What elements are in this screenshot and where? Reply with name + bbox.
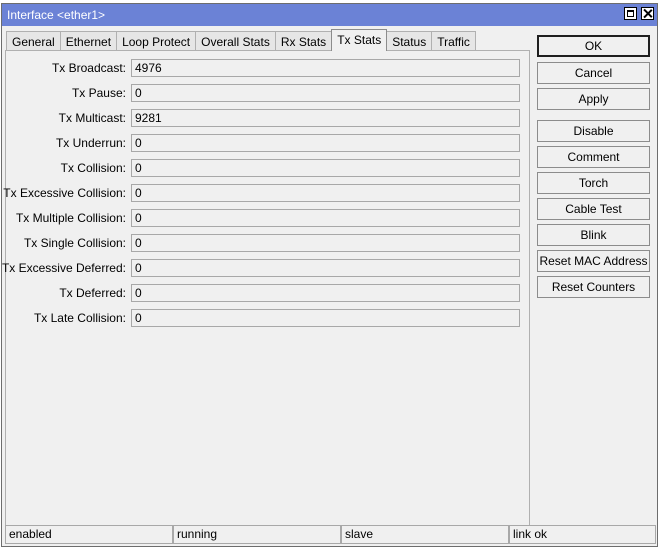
tab-status[interactable]: Status [386,31,433,51]
tx-excessive-deferred-field[interactable]: 0 [131,259,520,277]
tx-broadcast-field[interactable]: 4976 [131,59,520,77]
status-enabled: enabled [5,525,173,544]
apply-button[interactable]: Apply [537,88,650,110]
field-label: Tx Multicast: [58,111,126,125]
field-label: Tx Deferred: [59,286,126,300]
tab-ethernet[interactable]: Ethernet [59,31,118,51]
field-label: Tx Late Collision: [33,311,126,325]
window-title: Interface <ether1> [7,8,106,22]
interface-window: Interface <ether1> General Ethernet Loop… [1,3,658,547]
field-label: Tx Single Collision: [23,236,126,250]
blink-button[interactable]: Blink [537,224,650,246]
maximize-icon[interactable] [624,7,637,20]
tx-excessive-collision-field[interactable]: 0 [131,184,520,202]
tab-traffic[interactable]: Traffic [431,31,476,51]
status-link: link ok [509,525,656,544]
tx-single-collision-field[interactable]: 0 [131,234,520,252]
tab-general[interactable]: General [6,31,61,51]
comment-button[interactable]: Comment [537,146,650,168]
tab-loop-protect[interactable]: Loop Protect [116,31,197,51]
field-label: Tx Collision: [60,161,126,175]
close-icon[interactable] [641,7,654,20]
status-bar: enabled running slave link ok [5,525,656,544]
tab-overall-stats[interactable]: Overall Stats [195,31,276,51]
field-label: Tx Underrun: [55,136,126,150]
reset-mac-address-button[interactable]: Reset MAC Address [537,250,650,272]
ok-button[interactable]: OK [537,35,650,57]
torch-button[interactable]: Torch [537,172,650,194]
reset-counters-button[interactable]: Reset Counters [537,276,650,298]
field-label: Tx Pause: [71,86,126,100]
tx-underrun-field[interactable]: 0 [131,134,520,152]
field-label: Tx Excessive Deferred: [1,261,126,275]
status-slave: slave [341,525,509,544]
field-label: Tx Excessive Collision: [3,186,126,200]
tab-rx-stats[interactable]: Rx Stats [274,31,333,51]
cable-test-button[interactable]: Cable Test [537,198,650,220]
tx-collision-field[interactable]: 0 [131,159,520,177]
tx-pause-field[interactable]: 0 [131,84,520,102]
tx-multicast-field[interactable]: 9281 [131,109,520,127]
tx-deferred-field[interactable]: 0 [131,284,520,302]
field-label: Tx Multiple Collision: [15,211,126,225]
tx-multiple-collision-field[interactable]: 0 [131,209,520,227]
cancel-button[interactable]: Cancel [537,62,650,84]
title-bar[interactable]: Interface <ether1> [2,4,657,26]
disable-button[interactable]: Disable [537,120,650,142]
field-label: Tx Broadcast: [51,61,126,75]
status-running: running [173,525,341,544]
tab-tx-stats[interactable]: Tx Stats [331,29,388,51]
tx-stats-panel: Tx Broadcast: 4976 Tx Pause: 0 Tx Multic… [1,50,530,528]
tab-bar: General Ethernet Loop Protect Overall St… [6,29,476,51]
tx-late-collision-field[interactable]: 0 [131,309,520,327]
